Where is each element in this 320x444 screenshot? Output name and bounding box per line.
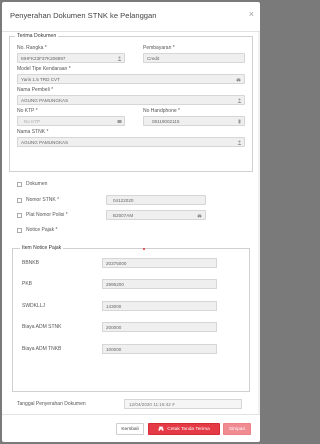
- notice-pajak-checkbox[interactable]: [17, 227, 22, 233]
- no-hp-value: 08119002115: [152, 119, 180, 124]
- nomor-stnk-row: Nomor STNK * 04122020: [17, 194, 253, 206]
- user-icon: [117, 56, 122, 61]
- no-hp-label: No Handphone *: [143, 108, 180, 114]
- modal-dialog: Penyerahan Dokumen STNK ke Pelanggan × T…: [2, 2, 260, 442]
- plat-checkbox[interactable]: [17, 212, 22, 218]
- notice-row: PKB 2995200: [22, 278, 240, 290]
- no-ktp-label: No KTP *: [17, 108, 38, 114]
- no-ktp-placeholder: No KTP: [24, 119, 41, 124]
- dokumen-checkbox[interactable]: [17, 181, 22, 187]
- pembayaran-label: Pembayaran *: [143, 45, 175, 51]
- tanggal-label: Tanggal Penyerahan Dokumen: [17, 401, 86, 407]
- notice-row-label: Biaya ADM TNKB: [22, 345, 62, 352]
- user-icon: [237, 140, 242, 145]
- terima-dokumen-fieldset: Terima Dokumen No. Rangka * MHFK23F37K20…: [9, 33, 253, 172]
- notice-row: SWDKLLJ 143000: [22, 300, 240, 312]
- cursor-marker: [143, 248, 145, 250]
- nama-pembeli-field[interactable]: AGUNG PAMUNGKAS: [17, 95, 245, 105]
- notice-row-value[interactable]: 100000: [102, 343, 217, 354]
- phone-icon: [238, 119, 241, 124]
- dokumen-label: Dokumen: [26, 181, 48, 187]
- notice-pajak-row: Notice Pajak *: [17, 224, 253, 236]
- modal-body: Terima Dokumen No. Rangka * MHFK23F37K20…: [2, 32, 260, 414]
- tanggal-value: 12/04/2020 11:15:42 #: [129, 402, 175, 407]
- notice-row-value[interactable]: 2995200: [102, 279, 217, 290]
- notice-row-label: PKB: [22, 281, 33, 288]
- plat-row: Plat Nomor Polisi * B2007AM: [17, 209, 253, 221]
- model-value: Yaris 1.5 TRD CVT: [21, 77, 60, 82]
- notice-row-label: BBNKB: [22, 260, 39, 266]
- no-rangka-field[interactable]: MHFK23F37K206897: [17, 53, 125, 63]
- no-ktp-field[interactable]: No KTP: [17, 116, 125, 126]
- nomor-stnk-value: 04122020: [113, 198, 134, 203]
- plat-field[interactable]: B2007AM: [106, 210, 206, 220]
- id-card-icon: [117, 120, 122, 123]
- nama-stnk-value: AGUNG PAMUNGKAS: [21, 140, 69, 145]
- back-button[interactable]: Kembali: [116, 423, 144, 435]
- car-icon: [236, 78, 241, 82]
- print-receipt-button[interactable]: Cetak Tanda Terima: [148, 423, 220, 435]
- notice-row-value[interactable]: 143000: [102, 300, 217, 311]
- plat-label: Plat Nomor Polisi *: [26, 212, 68, 218]
- tanggal-field[interactable]: 12/04/2020 11:15:42 #: [124, 399, 242, 409]
- pembayaran-field[interactable]: Credit: [143, 53, 245, 63]
- nomor-stnk-checkbox[interactable]: [17, 197, 22, 203]
- terima-dokumen-legend: Terima Dokumen: [15, 33, 59, 39]
- notice-pajak-fieldset: Item Notice Pajak BBNKB 20375000 PKB 299…: [12, 245, 250, 392]
- close-icon[interactable]: ×: [249, 9, 254, 19]
- pembayaran-value: Credit: [147, 56, 160, 61]
- nama-stnk-label: Nama STNK *: [17, 129, 49, 135]
- print-receipt-label: Cetak Tanda Terima: [167, 426, 210, 432]
- notice-row: Biaya ADM STNK 200000: [22, 321, 240, 333]
- model-field[interactable]: Yaris 1.5 TRD CVT: [17, 74, 245, 84]
- notice-row-label: Biaya ADM STNK: [22, 324, 62, 331]
- no-rangka-value: MHFK23F37K206897: [21, 56, 66, 61]
- plat-value: B2007AM: [113, 213, 134, 218]
- tanggal-row: Tanggal Penyerahan Dokumen 12/04/2020 11…: [9, 399, 253, 409]
- modal-header: Penyerahan Dokumen STNK ke Pelanggan ×: [2, 2, 260, 32]
- notice-row-value[interactable]: 20375000: [102, 258, 217, 268]
- nama-pembeli-value: AGUNG PAMUNGKAS: [21, 98, 69, 103]
- dokumen-row: Dokumen: [17, 178, 253, 190]
- notice-pajak-label: Notice Pajak *: [26, 227, 58, 233]
- no-rangka-label: No. Rangka *: [17, 45, 47, 51]
- notice-row: Biaya ADM TNKB 100000: [22, 343, 240, 355]
- printer-icon: [158, 426, 164, 432]
- user-icon: [237, 98, 242, 103]
- notice-row-value[interactable]: 200000: [102, 322, 217, 333]
- modal-title: Penyerahan Dokumen STNK ke Pelanggan: [10, 11, 157, 20]
- scrollbar[interactable]: [258, 32, 260, 414]
- no-hp-field[interactable]: 08119002115: [143, 116, 245, 126]
- nama-pembeli-label: Nama Pembeli *: [17, 87, 54, 93]
- nomor-stnk-field[interactable]: 04122020: [106, 195, 206, 205]
- car-icon: [197, 214, 202, 218]
- nama-stnk-field[interactable]: AGUNG PAMUNGKAS: [17, 137, 245, 147]
- model-label: Model Tipe Kendaraan *: [17, 66, 71, 72]
- modal-footer: Kembali Cetak Tanda Terima Simpan: [2, 414, 260, 442]
- save-button[interactable]: Simpan: [223, 423, 251, 435]
- notice-pajak-legend: Item Notice Pajak: [20, 245, 64, 251]
- notice-row: BBNKB 20375000: [22, 257, 240, 269]
- nomor-stnk-label: Nomor STNK *: [26, 197, 60, 203]
- notice-row-label: SWDKLLJ: [22, 302, 46, 309]
